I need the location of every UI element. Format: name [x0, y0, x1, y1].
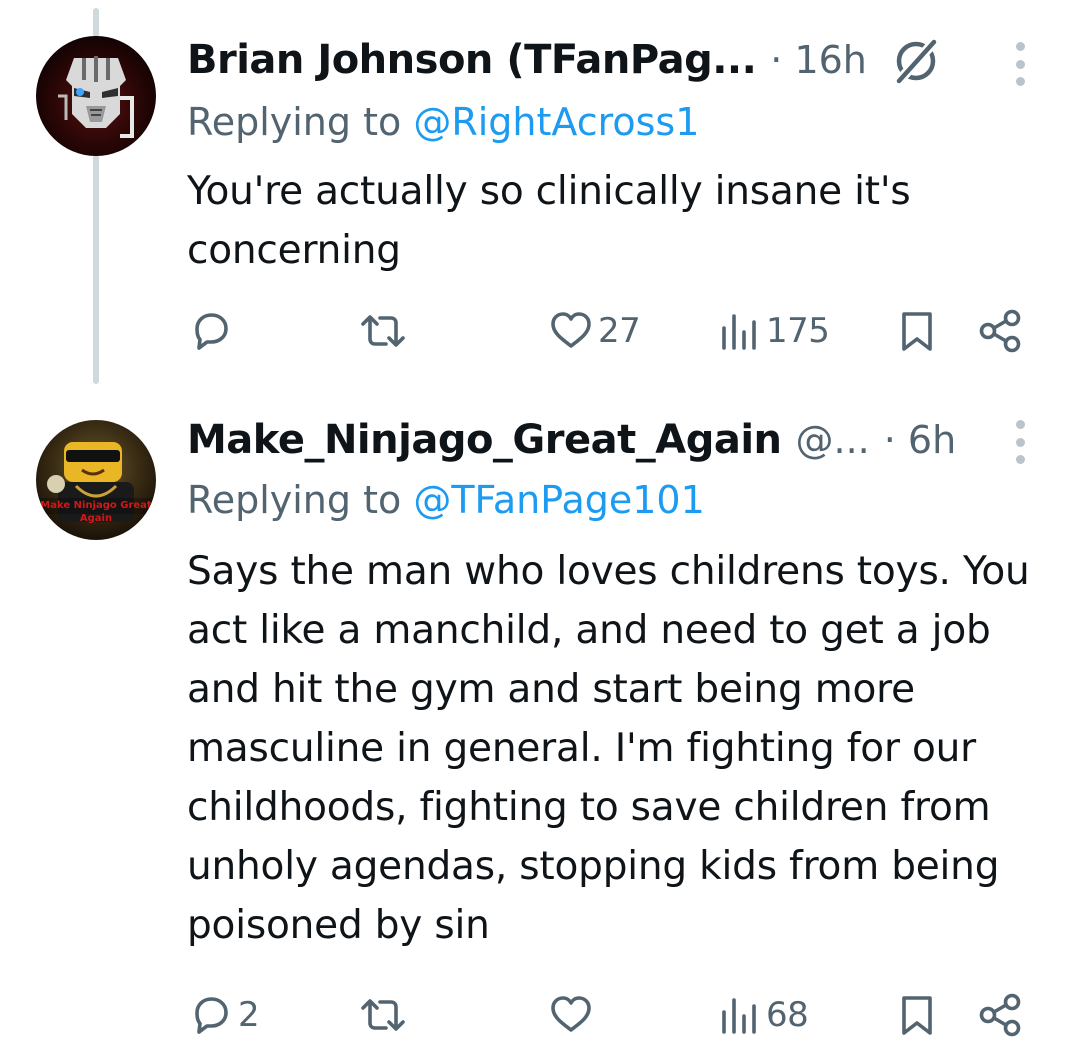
- action-bar: 27 175: [0, 306, 1080, 356]
- views-count: 175: [766, 311, 830, 351]
- views-button[interactable]: 175: [716, 306, 830, 356]
- avatar-image: [36, 36, 156, 156]
- share-button[interactable]: [976, 306, 1024, 356]
- more-icon[interactable]: [1008, 42, 1032, 86]
- replying-prefix: Replying to: [187, 100, 414, 144]
- reply-button[interactable]: [188, 306, 238, 356]
- like-count: 27: [598, 311, 641, 351]
- handle[interactable]: @...: [796, 418, 870, 462]
- avatar-image: Make Ninjago Great Again: [36, 420, 156, 540]
- timestamp[interactable]: · 16h: [770, 38, 867, 82]
- retweet-icon: [361, 999, 405, 1031]
- retweet-button[interactable]: [356, 306, 414, 356]
- share-icon: [979, 309, 1021, 353]
- reply-tweet-2[interactable]: Make Ninjago Great Again Make_Ninjago_Gr…: [0, 384, 1080, 1061]
- avatar-caption: Make Ninjago Great: [40, 500, 152, 511]
- replying-to: Replying to @RightAcross1: [187, 100, 699, 144]
- reply-count: 2: [238, 995, 260, 1035]
- like-button[interactable]: [548, 990, 598, 1040]
- reply-icon: [195, 997, 228, 1034]
- mention-link[interactable]: @RightAcross1: [413, 100, 699, 144]
- share-icon: [979, 993, 1021, 1037]
- avatar-caption: Again: [80, 513, 112, 524]
- avatar[interactable]: Make Ninjago Great Again: [36, 420, 156, 540]
- timestamp[interactable]: · 6h: [884, 418, 956, 462]
- display-name[interactable]: Brian Johnson (TFanPag...: [187, 37, 757, 83]
- action-bar: 2 68: [0, 990, 1080, 1040]
- views-button[interactable]: 68: [716, 990, 809, 1040]
- views-icon: [722, 998, 756, 1034]
- like-button[interactable]: 27: [548, 306, 641, 356]
- views-icon: [722, 314, 756, 350]
- reply-button[interactable]: 2: [188, 990, 260, 1040]
- share-button[interactable]: [976, 990, 1024, 1040]
- tweet-text: You're actually so clinically insane it'…: [187, 169, 911, 273]
- replying-prefix: Replying to: [187, 478, 414, 522]
- retweet-icon: [361, 315, 405, 347]
- mention-link[interactable]: @TFanPage101: [413, 478, 704, 522]
- views-count: 68: [766, 995, 809, 1035]
- avatar[interactable]: [36, 36, 156, 156]
- tweet-text: Says the man who loves childrens toys. Y…: [187, 549, 1030, 948]
- bookmark-icon: [902, 312, 932, 351]
- tweet-header: Brian Johnson (TFanPag... · 16h: [187, 32, 867, 88]
- bookmark-button[interactable]: [897, 306, 937, 356]
- reply-tweet-1[interactable]: Brian Johnson (TFanPag... · 16h Replying…: [0, 0, 1080, 384]
- heart-icon: [551, 996, 591, 1032]
- grok-icon[interactable]: [888, 33, 944, 89]
- heart-icon: [551, 312, 591, 348]
- bookmark-icon: [902, 996, 932, 1035]
- retweet-button[interactable]: [356, 990, 414, 1040]
- display-name[interactable]: Make_Ninjago_Great_Again: [187, 417, 782, 463]
- more-icon[interactable]: [1008, 420, 1032, 464]
- tweet-header: Make_Ninjago_Great_Again @... · 6h: [187, 412, 956, 468]
- reply-icon: [195, 313, 228, 350]
- bookmark-button[interactable]: [897, 990, 937, 1040]
- replying-to: Replying to @TFanPage101: [187, 478, 705, 522]
